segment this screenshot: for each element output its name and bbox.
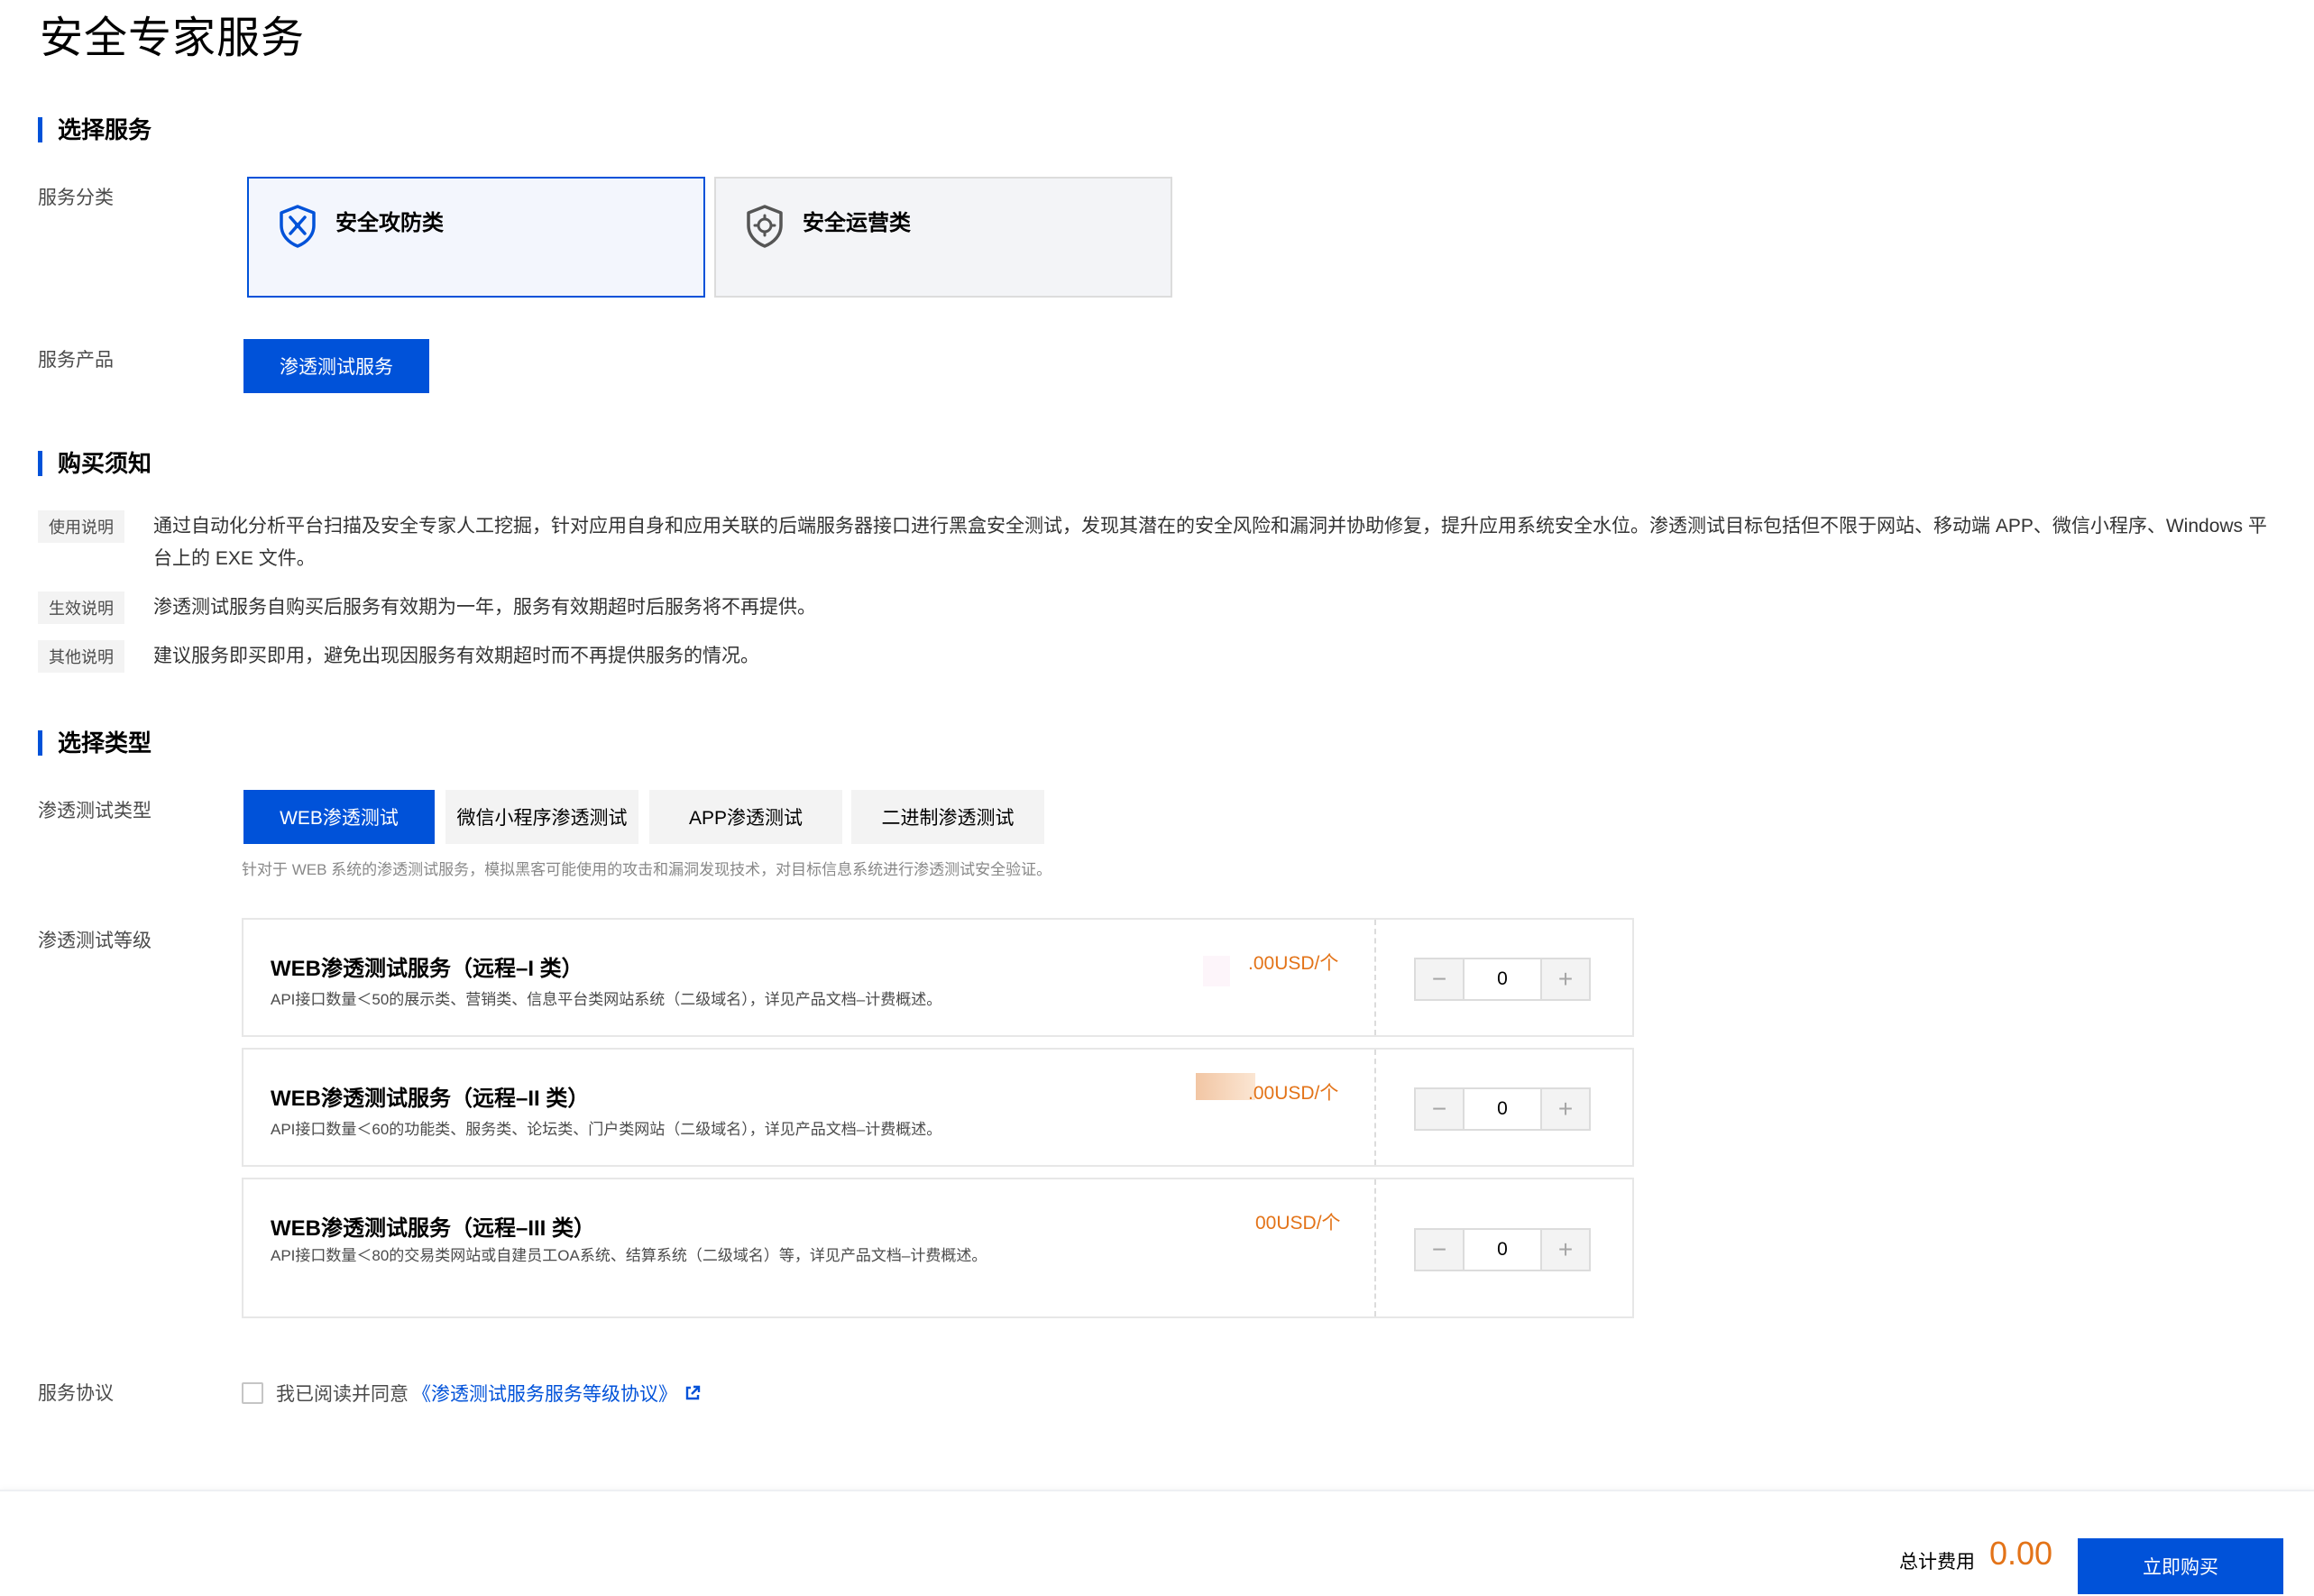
page-title: 安全专家服务 xyxy=(40,14,306,62)
level-price: .00USD/个 xyxy=(1248,1083,1339,1104)
increment-button[interactable]: + xyxy=(1542,1230,1589,1270)
service-product-label: 服务产品 xyxy=(38,350,114,371)
tab-binary-pentest[interactable]: 二进制渗透测试 xyxy=(851,790,1044,844)
price-mask xyxy=(1192,920,1261,1035)
service-agreement-label: 服务协议 xyxy=(38,1383,114,1404)
level-price: .00USD/个 xyxy=(1248,953,1339,974)
decrement-button[interactable]: − xyxy=(1416,959,1463,999)
category-card-attack-defense[interactable]: 安全攻防类 xyxy=(247,177,705,298)
shield-gear-icon xyxy=(743,204,786,249)
level-row-3: WEB渗透测试服务（远程–III 类） API接口数量＜80的交易类网站或自建员… xyxy=(242,1178,1634,1318)
level-title: WEB渗透测试服务（远程–III 类） xyxy=(271,1216,596,1241)
category-label: 安全运营类 xyxy=(803,211,911,235)
notice-tag-effective: 生效说明 xyxy=(38,592,124,624)
agreement-link[interactable]: 《渗透测试服务服务等级协议》 xyxy=(412,1380,677,1407)
product-pentest-button[interactable]: 渗透测试服务 xyxy=(243,339,429,393)
tab-app-pentest[interactable]: APP渗透测试 xyxy=(649,790,842,844)
footer-bar: 总计费用 0.00 立即购买 xyxy=(0,1490,2314,1596)
buy-now-button[interactable]: 立即购买 xyxy=(2078,1538,2283,1594)
level-description: API接口数量＜50的展示类、营销类、信息平台类网站系统（二级域名），详见产品文… xyxy=(271,991,942,1008)
section-heading-select-type: 选择类型 xyxy=(38,729,152,757)
tab-web-pentest[interactable]: WEB渗透测试 xyxy=(243,790,435,844)
row-divider xyxy=(1374,1050,1376,1165)
total-cost-value: 0.00 xyxy=(1989,1535,2053,1572)
level-title: WEB渗透测试服务（远程–I 类） xyxy=(271,957,583,981)
section-heading-select-service: 选择服务 xyxy=(38,115,152,144)
tab-miniprogram-pentest[interactable]: 微信小程序渗透测试 xyxy=(445,790,638,844)
quantity-value[interactable]: 0 xyxy=(1463,1089,1542,1129)
level-description: API接口数量＜80的交易类网站或自建员工OA系统、结算系统（二级域名）等，详见… xyxy=(271,1247,987,1264)
price-mask xyxy=(1192,1179,1261,1316)
agreement-checkbox[interactable] xyxy=(242,1382,263,1404)
notice-text-effective: 渗透测试服务自购买后服务有效期为一年，服务有效期超时后服务将不再提供。 xyxy=(153,597,816,618)
quantity-value[interactable]: 0 xyxy=(1463,959,1542,999)
increment-button[interactable]: + xyxy=(1542,1089,1589,1129)
agreement-text: 我已阅读并同意 xyxy=(276,1384,409,1405)
level-price: 00USD/个 xyxy=(1255,1213,1341,1234)
level-title: WEB渗透测试服务（远程–II 类） xyxy=(271,1087,590,1111)
agreement-row: 我已阅读并同意 《渗透测试服务服务等级协议》 xyxy=(242,1380,701,1407)
quantity-value[interactable]: 0 xyxy=(1463,1230,1542,1270)
level-row-1: WEB渗透测试服务（远程–I 类） API接口数量＜50的展示类、营销类、信息平… xyxy=(242,918,1634,1037)
service-category-label: 服务分类 xyxy=(38,188,114,208)
notice-text-other: 建议服务即买即用，避免出现因服务有效期超时而不再提供服务的情况。 xyxy=(153,646,759,666)
external-link-icon[interactable] xyxy=(684,1385,701,1401)
decrement-button[interactable]: − xyxy=(1416,1089,1463,1129)
quantity-stepper[interactable]: − 0 + xyxy=(1414,1228,1591,1271)
level-description: API接口数量＜60的功能类、服务类、论坛类、门户类网站（二级域名），详见产品文… xyxy=(271,1121,942,1138)
pentest-type-label: 渗透测试类型 xyxy=(38,801,152,821)
decrement-button[interactable]: − xyxy=(1416,1230,1463,1270)
total-cost-label: 总计费用 xyxy=(1899,1552,1975,1573)
notice-tag-other: 其他说明 xyxy=(38,640,124,673)
price-mask xyxy=(1192,1050,1261,1165)
category-label: 安全攻防类 xyxy=(335,211,444,235)
row-divider xyxy=(1374,1179,1376,1316)
pentest-level-label: 渗透测试等级 xyxy=(38,931,152,951)
level-row-2: WEB渗透测试服务（远程–II 类） API接口数量＜60的功能类、服务类、论坛… xyxy=(242,1048,1634,1167)
category-card-security-operations[interactable]: 安全运营类 xyxy=(714,177,1172,298)
quantity-stepper[interactable]: − 0 + xyxy=(1414,1087,1591,1131)
quantity-stepper[interactable]: − 0 + xyxy=(1414,958,1591,1001)
shield-cross-icon xyxy=(276,204,319,249)
increment-button[interactable]: + xyxy=(1542,959,1589,999)
section-heading-purchase-notice: 购买须知 xyxy=(38,449,152,478)
row-divider xyxy=(1374,920,1376,1035)
notice-text-usage: 通过自动化分析平台扫描及安全专家人工挖掘，针对应用自身和应用关联的后端服务器接口… xyxy=(153,516,2267,569)
pentest-type-description: 针对于 WEB 系统的渗透测试服务，模拟黑客可能使用的攻击和漏洞发现技术，对目标… xyxy=(242,861,1052,878)
notice-tag-usage: 使用说明 xyxy=(38,510,124,543)
